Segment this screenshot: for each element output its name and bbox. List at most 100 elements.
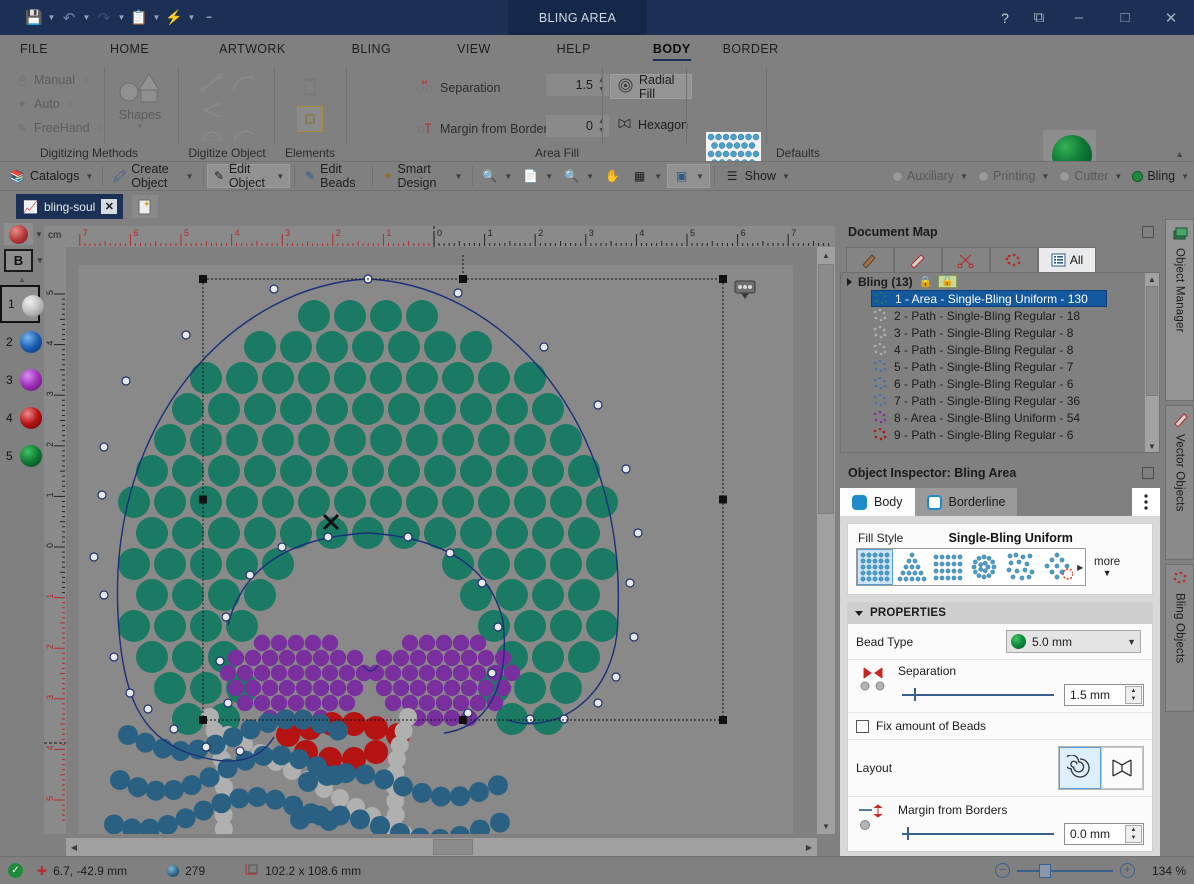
collapse-ribbon-icon[interactable]: ▲ xyxy=(1175,149,1184,159)
freehand-digitize-button[interactable]: ✎ FreeHand ▼ xyxy=(14,120,105,136)
rail-tab-vector-objects[interactable]: Vector Objects xyxy=(1165,405,1194,560)
canvas-horizontal-scrollbar[interactable]: ◀ ▶ xyxy=(66,838,817,856)
margin-slider[interactable] xyxy=(902,827,1054,840)
bling-caret-icon[interactable]: ▼ xyxy=(1181,172,1189,181)
smart-design-caret-icon[interactable]: ▼ xyxy=(455,172,463,181)
fill-style-more-button[interactable]: more ▼ xyxy=(1094,556,1120,578)
fix-beads-checkbox[interactable] xyxy=(856,719,869,733)
element-bead-icon[interactable] xyxy=(297,106,323,132)
zoom-page-caret-icon[interactable]: ▼ xyxy=(545,172,553,181)
object-inspector-float-icon[interactable] xyxy=(1142,467,1154,479)
save-icon[interactable]: 💾 xyxy=(24,7,44,29)
ribbon-tab-help[interactable]: HELP xyxy=(545,35,603,62)
ribbon-tab-home[interactable]: HOME xyxy=(98,35,161,62)
tree-item-4[interactable]: 4 - Path - Single-Bling Regular - 8 xyxy=(871,341,1159,358)
document-map-float-icon[interactable] xyxy=(1142,226,1154,238)
bling-artwork[interactable] xyxy=(78,265,793,834)
element-outline-icon[interactable] xyxy=(297,74,323,100)
smart-design-button[interactable]: ✦ Smart Design ▼ xyxy=(377,162,468,190)
design-canvas[interactable] xyxy=(66,247,817,834)
tree-item-8[interactable]: 8 - Area - Single-Bling Uniform - 54 xyxy=(871,409,1159,426)
document-tab-close-icon[interactable]: ✕ xyxy=(101,199,118,214)
separation-slider[interactable] xyxy=(902,688,1054,701)
vertical-scroll-thumb[interactable] xyxy=(818,264,834,514)
zoom-selection-tool[interactable]: 🔍 ▼ xyxy=(558,164,599,188)
zoom-page-tool[interactable]: 📄 ▼ xyxy=(517,164,558,188)
tree-item-2[interactable]: 2 - Path - Single-Bling Regular - 18 xyxy=(871,307,1159,324)
create-object-caret-icon[interactable]: ▼ xyxy=(186,172,194,181)
separation-numbox[interactable]: 1.5 mm ▲ ▼ xyxy=(1064,684,1144,706)
show-menu-button[interactable]: ☰ Show ▼ xyxy=(719,164,795,188)
tree-item-3[interactable]: 3 - Path - Single-Bling Regular - 8 xyxy=(871,324,1159,341)
angle-tool-icon[interactable] xyxy=(198,98,226,123)
quick-action-icon[interactable]: ⚡ xyxy=(164,7,184,29)
tree-item-7[interactable]: 7 - Path - Single-Bling Regular - 36 xyxy=(871,392,1159,409)
visibility-icon[interactable]: 🔒 xyxy=(938,275,957,288)
grid-tool[interactable]: ▦ ▼ xyxy=(626,164,667,188)
maximize-button[interactable]: □ xyxy=(1102,0,1148,35)
spiral-layout-button[interactable] xyxy=(1059,747,1101,789)
margin-stepper[interactable]: ▲ ▼ xyxy=(1125,825,1142,843)
brush-tool-tab[interactable] xyxy=(894,247,942,272)
zoom-box-caret-icon[interactable]: ▼ xyxy=(696,172,704,181)
curve-tool-icon[interactable] xyxy=(230,72,258,97)
vertical-ruler[interactable]: 5 4 3 2 1 0 1 2 3 4 5 xyxy=(44,247,66,834)
pencil-tool-tab[interactable] xyxy=(846,247,894,272)
rail-tab-bling-objects[interactable]: Bling Objects xyxy=(1165,564,1194,712)
shapes-caret-icon[interactable]: ▼ xyxy=(136,122,144,131)
zoom-in-button[interactable]: + xyxy=(1120,863,1135,878)
document-tab-bling-soul[interactable]: 📈 bling-soul ✕ xyxy=(16,194,124,219)
fill-style-scatter[interactable] xyxy=(1003,549,1039,585)
ribbon-display-options-button[interactable]: ⧉ xyxy=(1022,0,1056,35)
zoom-slider[interactable] xyxy=(1017,863,1113,878)
tree-scroll-down-arrow[interactable]: ▼ xyxy=(1145,440,1159,452)
zoom-in-tool[interactable]: 🔍 ▼ xyxy=(476,164,517,188)
shapes-button[interactable]: Shapes ▼ xyxy=(112,70,168,142)
bling-tool-tab[interactable] xyxy=(990,247,1038,272)
arc-alt-tool-icon[interactable] xyxy=(230,122,258,147)
fix-beads-row[interactable]: Fix amount of Beads xyxy=(848,713,1152,740)
bead-type-combo[interactable]: 5.0 mm ▼ xyxy=(1006,630,1141,653)
help-button[interactable]: ? xyxy=(988,0,1022,35)
edit-object-caret-icon[interactable]: ▼ xyxy=(276,172,284,181)
tree-scroll-up-arrow[interactable]: ▲ xyxy=(1145,273,1159,285)
margin-spinner[interactable]: 0 ▲ ▼ xyxy=(546,115,609,137)
radial-fill-toggle[interactable]: Radial Fill xyxy=(610,73,692,101)
tree-item-6[interactable]: 6 - Path - Single-Bling Regular - 6 xyxy=(871,375,1159,392)
palette-mode-caret-icon[interactable]: ▼ xyxy=(36,256,44,265)
scroll-down-arrow[interactable]: ▼ xyxy=(817,818,835,834)
palette-row-5[interactable]: 5 xyxy=(0,437,42,475)
minimize-button[interactable]: – xyxy=(1056,0,1102,35)
palette-row-1[interactable]: 1 xyxy=(0,285,44,323)
zoom-box-tool[interactable]: ▣ ▼ xyxy=(667,164,710,188)
fill-style-ring[interactable] xyxy=(966,549,1002,585)
cutter-layer-button[interactable]: Cutter ▼ xyxy=(1054,164,1127,188)
create-object-button[interactable]: 🖍 Create Object ▼ xyxy=(107,162,199,190)
undo-icon[interactable]: ↶ xyxy=(59,7,79,29)
palette-swatch-caret-icon[interactable]: ▼ xyxy=(35,230,43,239)
tree-item-5[interactable]: 5 - Path - Single-Bling Regular - 7 xyxy=(871,358,1159,375)
customize-qat-icon[interactable]: ━ xyxy=(199,7,219,29)
scissors-tool-tab[interactable] xyxy=(942,247,990,272)
save-dropdown-caret[interactable]: ▼ xyxy=(46,7,57,29)
redo-icon[interactable]: ↷ xyxy=(94,7,114,29)
fill-style-uniform[interactable] xyxy=(857,549,894,585)
auxiliary-layer-button[interactable]: Auxiliary ▼ xyxy=(887,164,973,188)
redo-dropdown-caret[interactable]: ▼ xyxy=(116,7,127,29)
separation-stepper[interactable]: ▲ ▼ xyxy=(1125,686,1142,704)
separation-spinner[interactable]: 1.5 ▲ ▼ xyxy=(546,74,609,96)
ribbon-tab-border[interactable]: BORDER xyxy=(711,35,791,62)
scroll-right-arrow[interactable]: ▶ xyxy=(801,838,817,856)
tree-scrollbar[interactable]: ▲ ▼ xyxy=(1145,273,1159,452)
tree-item-1[interactable]: 1 - Area - Single-Bling Uniform - 130 xyxy=(871,290,1107,307)
object-inspector-menu-icon[interactable] xyxy=(1132,488,1160,516)
tree-item-9[interactable]: 9 - Path - Single-Bling Regular - 6 xyxy=(871,426,1159,443)
canvas-vertical-scrollbar[interactable]: ▲ ▼ xyxy=(817,247,835,834)
fill-style-grid[interactable] xyxy=(930,549,966,585)
zoom-in-caret-icon[interactable]: ▼ xyxy=(504,172,512,181)
scroll-left-arrow[interactable]: ◀ xyxy=(66,838,82,856)
fill-style-triangle[interactable] xyxy=(893,549,929,585)
new-document-tab[interactable]: ✦ xyxy=(132,195,158,218)
ribbon-tab-view[interactable]: VIEW xyxy=(445,35,503,62)
expand-collapse-icon[interactable] xyxy=(847,277,852,286)
